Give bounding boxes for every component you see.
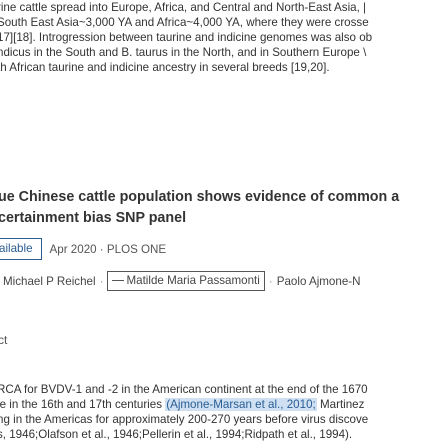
availability-badge[interactable]: ailable — [0, 238, 42, 260]
author-link[interactable]: Michael P Reichel — [3, 275, 96, 288]
snippet-line: 17][18]. Introgression between taurine a… — [0, 31, 373, 44]
citation-highlight[interactable]: (Ajmone-Marsan et al., 2010; — [165, 398, 317, 411]
author-link[interactable]: Paolo Ajmone-N — [277, 275, 361, 288]
article-meta: ailable Apr 2020 · PLOS ONE — [0, 238, 166, 260]
snippet-text: Martinez — [316, 398, 365, 411]
document-viewport: rine cattle spread into Europe, Africa, … — [0, 0, 448, 448]
focus-caret-icon — [112, 280, 125, 282]
author-name: Matilde Maria Passamonti — [126, 274, 260, 287]
author-list: Michael P Reichel · Matilde Maria Passam… — [3, 271, 361, 291]
text-snippet-top: rine cattle spread into Europe, Africa, … — [0, 0, 448, 75]
snippet-line: s, 1946;Olafson et al., 1946;Pellerin et… — [0, 428, 353, 441]
snippet-line: le in the 16th and 17th centuries (Ajmon… — [0, 397, 448, 412]
article-title[interactable]: ue Chinese cattle population shows evide… — [0, 187, 448, 229]
article-title-line[interactable]: certainment bias SNP panel — [0, 208, 448, 229]
snippet-line: th African taurine and indicine ancestry… — [0, 61, 330, 74]
snippet-line: ng in the Americas for approximately 200… — [0, 413, 369, 426]
snippet-line: rine cattle spread into Europe, Africa, … — [0, 1, 367, 14]
snippet-line: South East Asia~3,000 YA and Africa~4,00… — [0, 16, 369, 29]
snippet-line: ndicus in the South and B. taurus in the… — [0, 46, 367, 59]
text-fragment: ct — [0, 333, 8, 347]
author-separator: · — [99, 274, 104, 288]
article-title-line[interactable]: ue Chinese cattle population shows evide… — [0, 187, 448, 208]
text-snippet-bottom: RCA for BVDV-1 and -2 in the American co… — [0, 382, 448, 442]
author-link-focused[interactable]: Matilde Maria Passamonti — [107, 271, 265, 291]
date-journal: Apr 2020 · PLOS ONE — [49, 242, 167, 256]
snippet-text: le in the 16th and 17th centuries — [0, 398, 166, 411]
author-separator: · — [268, 274, 273, 288]
snippet-line: RCA for BVDV-1 and -2 in the American co… — [0, 383, 368, 396]
